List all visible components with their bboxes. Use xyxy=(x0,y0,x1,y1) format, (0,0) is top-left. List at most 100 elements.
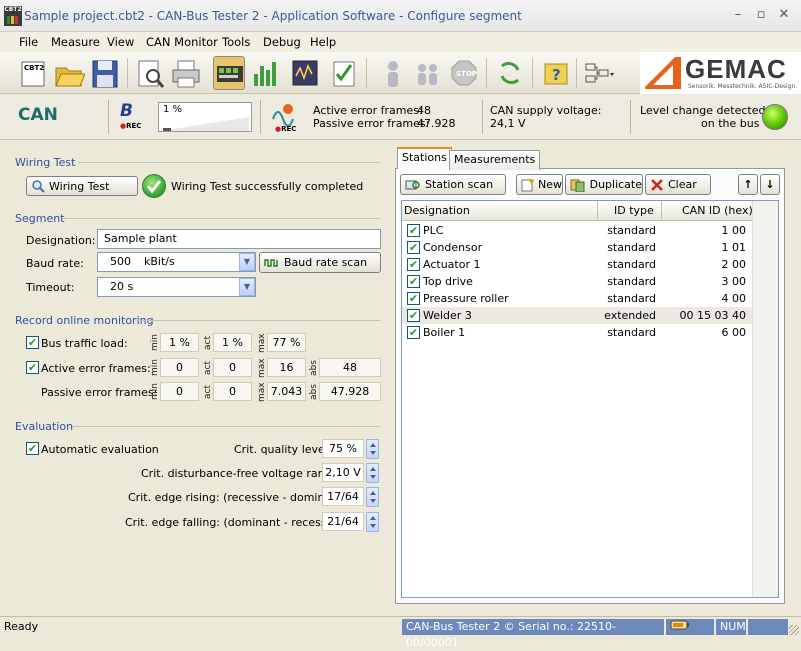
station-can-id: 00 15 03 40 xyxy=(679,309,746,322)
user-icon[interactable] xyxy=(377,56,409,90)
evaluation-group-title: Evaluation xyxy=(15,420,74,433)
wiring-test-label: Wiring Test xyxy=(49,179,110,193)
resize-grip[interactable] xyxy=(789,625,799,635)
station-enabled-checkbox[interactable]: ✔ xyxy=(407,326,420,339)
menu-debug[interactable]: Debug xyxy=(263,35,301,49)
edge-falling-value[interactable]: 21/64 xyxy=(322,512,364,531)
act-label: act xyxy=(203,385,213,399)
column-id-type[interactable]: ID type xyxy=(598,201,662,221)
act-label: act xyxy=(203,361,213,375)
timeout-select[interactable]: 20 s ▼ xyxy=(97,277,256,297)
vertical-scrollbar[interactable] xyxy=(752,201,778,597)
users-icon[interactable] xyxy=(412,56,444,90)
min-label: min xyxy=(150,383,160,401)
edge-falling-spinner[interactable] xyxy=(366,512,379,532)
station-enabled-checkbox[interactable]: ✔ xyxy=(407,309,420,322)
menu-tools[interactable]: Tools xyxy=(222,35,250,49)
tab-measurements[interactable]: Measurements xyxy=(449,150,541,170)
designation-label: Designation: xyxy=(26,234,96,247)
baud-rate-select[interactable]: 500 kBit/s ▼ xyxy=(97,252,256,272)
station-enabled-checkbox[interactable]: ✔ xyxy=(407,292,420,305)
app-icon: CBT2 xyxy=(4,6,22,26)
duplicate-station-button[interactable]: Duplicate xyxy=(565,174,643,195)
stations-table: Designation ID type CAN ID (hex) ✔ PLC sta… xyxy=(401,200,779,598)
report-search-icon[interactable] xyxy=(134,56,166,90)
refresh-icon[interactable] xyxy=(494,56,526,90)
move-up-button[interactable]: ↑ xyxy=(738,174,758,195)
close-icon[interactable]: ✕ xyxy=(777,8,791,22)
min-label: min xyxy=(150,359,160,377)
auto-evaluation-checkbox[interactable]: ✔ xyxy=(26,442,39,455)
new-station-button[interactable]: New xyxy=(516,174,563,195)
bus-load-checkbox[interactable]: ✔ xyxy=(26,336,39,349)
station-enabled-checkbox[interactable]: ✔ xyxy=(407,275,420,288)
active-abs: 48 xyxy=(319,358,381,377)
maximize-icon[interactable]: ▫ xyxy=(754,8,768,22)
help-icon[interactable]: ? xyxy=(540,56,572,90)
station-id-type: extended xyxy=(604,309,656,322)
table-row[interactable]: ✔ Preassure roller standard 4 00 xyxy=(402,290,754,307)
status-ready: Ready xyxy=(4,620,39,633)
edge-rising-value[interactable]: 17/64 xyxy=(322,487,364,506)
station-enabled-checkbox[interactable]: ✔ xyxy=(407,258,420,271)
max-label: max xyxy=(257,333,267,353)
quality-level-spinner[interactable] xyxy=(366,439,379,459)
quality-level-value[interactable]: 75 % xyxy=(322,439,364,458)
passive-max: 7.043 xyxy=(267,382,306,401)
bus-load-max: 77 % xyxy=(267,333,306,352)
tab-stations[interactable]: Stations xyxy=(397,147,452,169)
delete-x-icon xyxy=(651,178,663,191)
table-row[interactable]: ✔ Boiler 1 standard 6 00 xyxy=(402,324,754,341)
stop-icon[interactable]: STOP xyxy=(448,56,480,90)
voltage-range-spinner[interactable] xyxy=(366,463,379,483)
menu-view[interactable]: View xyxy=(107,35,134,49)
table-row[interactable]: ✔ Welder 3 extended 00 15 03 40 xyxy=(402,307,754,324)
menu-measure[interactable]: Measure xyxy=(51,35,100,49)
duplicate-label: Duplicate xyxy=(589,178,642,191)
baud-rate-scan-button[interactable]: Baud rate scan xyxy=(259,252,381,273)
print-icon[interactable] xyxy=(170,56,202,90)
station-designation: Boiler 1 xyxy=(423,326,466,339)
column-can-id[interactable]: CAN ID (hex) xyxy=(662,201,754,221)
table-row[interactable]: ✔ Condensor standard 1 01 xyxy=(402,239,754,256)
duplicate-icon xyxy=(570,179,585,192)
network-dropdown-icon[interactable] xyxy=(582,56,614,90)
menu-help[interactable]: Help xyxy=(310,35,336,49)
active-error-checkbox[interactable]: ✔ xyxy=(26,361,39,374)
station-scan-button[interactable]: Station scan xyxy=(400,174,506,195)
column-designation[interactable]: Designation xyxy=(402,201,598,221)
edge-rising-spinner[interactable] xyxy=(366,487,379,507)
title-bar: CBT2 Sample project.cbt2 - CAN-Bus Teste… xyxy=(0,0,801,32)
active-error-frames-label: Active error frames: xyxy=(41,362,151,375)
clear-stations-button[interactable]: Clear xyxy=(645,174,711,195)
minimize-icon[interactable]: – xyxy=(731,8,745,22)
table-row[interactable]: ✔ PLC standard 1 00 xyxy=(402,222,754,239)
statistics-icon[interactable] xyxy=(249,56,281,90)
oscilloscope-icon[interactable] xyxy=(289,56,321,90)
voltage-range-value[interactable]: 2,10 V xyxy=(322,463,364,482)
chevron-down-icon[interactable]: ▼ xyxy=(239,278,255,296)
menu-file[interactable]: File xyxy=(19,35,38,49)
station-id-type: standard xyxy=(607,224,656,237)
max-label: max xyxy=(257,382,267,402)
move-down-button[interactable]: ↓ xyxy=(760,174,780,195)
station-enabled-checkbox[interactable]: ✔ xyxy=(407,224,420,237)
wiring-test-button[interactable]: Wiring Test xyxy=(26,176,138,196)
configure-segment-icon[interactable] xyxy=(213,56,245,90)
station-enabled-checkbox[interactable]: ✔ xyxy=(407,241,420,254)
menu-can-monitor[interactable]: CAN Monitor xyxy=(146,35,218,49)
error-frames-icon: ●REC xyxy=(270,101,298,133)
passive-error-value: 47.928 xyxy=(417,117,456,130)
station-can-id: 1 01 xyxy=(721,241,747,254)
bus-load-min: 1 % xyxy=(160,333,199,352)
table-row[interactable]: ✔ Actuator 1 standard 2 00 xyxy=(402,256,754,273)
designation-field[interactable]: Sample plant xyxy=(97,229,381,249)
station-can-id: 1 00 xyxy=(721,224,747,237)
evaluation-icon[interactable] xyxy=(328,56,360,90)
chevron-down-icon[interactable]: ▼ xyxy=(239,253,255,271)
open-folder-icon[interactable] xyxy=(53,56,86,90)
passive-error-label: Passive error frames: xyxy=(313,117,430,130)
table-row[interactable]: ✔ Top drive standard 3 00 xyxy=(402,273,754,290)
save-icon[interactable] xyxy=(89,56,121,90)
cbt2-icon[interactable]: CBT2 xyxy=(18,56,50,90)
